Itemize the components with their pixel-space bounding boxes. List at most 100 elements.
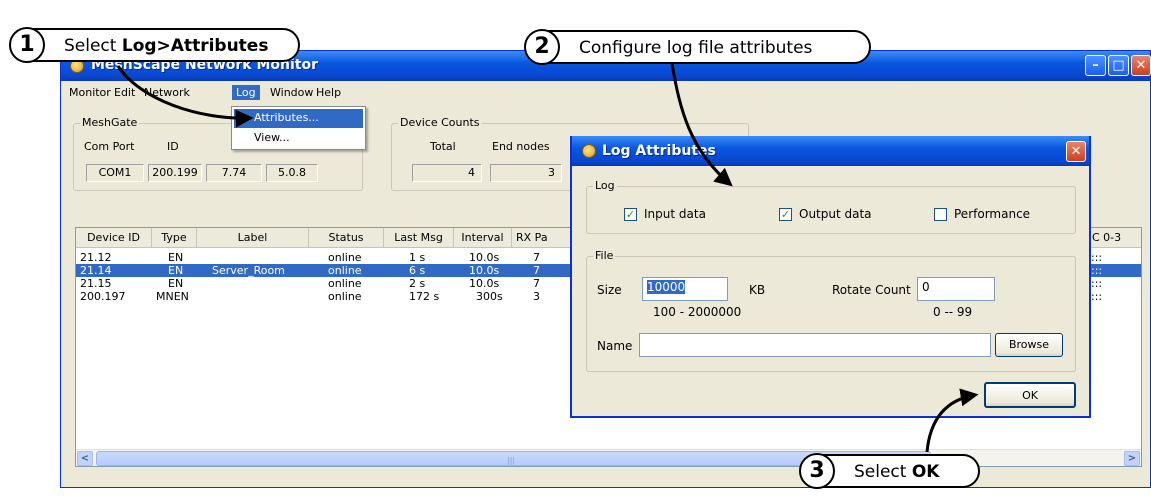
rotate-range: 0 -- 99 <box>933 305 973 319</box>
callout-step-3: 3 Select OK <box>799 453 980 489</box>
menu-log[interactable]: Log <box>232 85 260 100</box>
col-interval[interactable]: Interval <box>454 228 512 248</box>
callout-step-2: 2 Configure log file attributes <box>524 29 871 65</box>
cell-interval: 10.0s <box>469 277 500 290</box>
size-unit: KB <box>749 283 766 297</box>
id-label: ID <box>167 140 179 153</box>
end-nodes-count: 3 <box>490 164 562 182</box>
browse-button[interactable]: Browse <box>995 333 1063 357</box>
cell-status: online <box>328 290 362 303</box>
col-status[interactable]: Status <box>309 228 384 248</box>
total-label: Total <box>430 140 456 153</box>
com-port-value: COM1 <box>86 164 144 182</box>
cell-status: online <box>328 264 362 277</box>
performance-checkbox[interactable] <box>934 208 947 221</box>
col-last-msg[interactable]: Last Msg <box>384 228 454 248</box>
minimize-icon: – <box>1092 58 1099 73</box>
cell-label: Server_Room <box>212 264 285 277</box>
callout-text-2: Configure log file attributes <box>579 38 813 58</box>
callout-number-2: 2 <box>524 29 560 65</box>
cell-rx: 3 <box>533 290 540 303</box>
close-icon: ✕ <box>1135 58 1147 73</box>
com-port-label: Com Port <box>84 140 135 153</box>
cell-type: MNEN <box>156 290 189 303</box>
callout-number-3: 3 <box>799 453 835 489</box>
cell-rx: 7 <box>533 251 540 264</box>
file-group-title: File <box>593 249 616 262</box>
callout-text-3: Select OK <box>854 462 939 482</box>
callout-text-3-bold: OK <box>911 462 940 482</box>
output-data-checkbox[interactable]: ✓ <box>779 208 792 221</box>
col-label[interactable]: Label <box>197 228 309 248</box>
cell-type: EN <box>168 264 184 277</box>
cell-device-id: 21.12 <box>80 251 112 264</box>
col-rx[interactable]: RX Pa <box>512 228 572 248</box>
cell-device-id: 21.15 <box>80 277 112 290</box>
name-input[interactable] <box>639 333 991 357</box>
minimize-button[interactable]: – <box>1085 55 1106 76</box>
rotate-count-label: Rotate Count <box>832 283 911 297</box>
cell-device-id: 21.14 <box>80 264 112 277</box>
callout-number-1: 1 <box>9 27 45 63</box>
input-data-label[interactable]: Input data <box>644 207 706 221</box>
dialog-close-button[interactable]: ✕ <box>1066 141 1086 162</box>
cell-type: EN <box>168 251 184 264</box>
scroll-right-button[interactable]: > <box>1124 451 1140 466</box>
rotate-count-input[interactable]: 0 <box>917 277 995 301</box>
menu-item-view[interactable]: View... <box>234 129 363 148</box>
menu-window[interactable]: Window <box>266 85 317 100</box>
meshgate-title: MeshGate <box>80 116 140 129</box>
maximize-icon: □ <box>1112 58 1125 73</box>
dialog-app-icon <box>582 144 596 158</box>
input-data-checkbox[interactable]: ✓ <box>624 208 637 221</box>
size-label: Size <box>597 283 622 297</box>
menu-help[interactable]: Help <box>312 85 345 100</box>
col-device-id[interactable]: Device ID <box>76 228 152 248</box>
cell-last-msg: 1 s <box>409 251 426 264</box>
log-menu-dropdown: Attributes... View... <box>231 106 366 150</box>
size-range: 100 - 2000000 <box>653 305 742 319</box>
maximize-button[interactable]: □ <box>1108 55 1129 76</box>
dialog-titlebar[interactable]: Log Attributes ✕ <box>572 136 1089 166</box>
close-icon: ✕ <box>1070 144 1082 159</box>
log-group-title: Log <box>593 179 617 192</box>
horizontal-scrollbar[interactable]: < ||| > <box>76 449 1141 466</box>
cell-last-msg: 2 s <box>409 277 426 290</box>
ok-button[interactable]: OK <box>984 382 1076 408</box>
cell-interval: 10.0s <box>469 264 500 277</box>
col-type[interactable]: Type <box>152 228 197 248</box>
menu-network[interactable]: Network <box>140 85 194 100</box>
cell-rx: 7 <box>533 264 540 277</box>
cell-c03: ::: <box>1091 277 1103 290</box>
menu-monitor[interactable]: Monitor <box>65 85 115 100</box>
meshgate-value-3: 7.74 <box>206 164 262 182</box>
callout-text-1-plain: Select <box>64 36 122 56</box>
end-nodes-label: End nodes <box>492 140 550 153</box>
log-attributes-dialog: Log Attributes ✕ Log ✓ Input data ✓ Outp… <box>570 136 1091 418</box>
cell-device-id: 200.197 <box>80 290 126 303</box>
meshgate-value-4: 5.0.8 <box>266 164 318 182</box>
menu-item-attributes[interactable]: Attributes... <box>234 109 363 128</box>
cell-interval: 10.0s <box>469 251 500 264</box>
scroll-left-button[interactable]: < <box>77 451 93 466</box>
close-button[interactable]: ✕ <box>1131 55 1151 76</box>
name-label: Name <box>597 339 633 353</box>
callout-text-3-plain: Select <box>854 462 912 482</box>
col-c03[interactable]: C 0-3 <box>1084 228 1143 248</box>
log-group: Log ✓ Input data ✓ Output data Performan… <box>586 179 1076 234</box>
cell-status: online <box>328 277 362 290</box>
cell-type: EN <box>168 277 184 290</box>
menu-bar: Monitor Edit Network Log Window Help <box>61 83 1150 103</box>
cell-interval: 300s <box>476 290 503 303</box>
callout-step-1: 1 Select Log>Attributes <box>9 27 300 63</box>
size-input[interactable]: 10000 <box>642 277 728 301</box>
cell-rx: 7 <box>533 277 540 290</box>
file-group: File Size 10000 KB 100 - 2000000 Rotate … <box>586 249 1076 372</box>
performance-label[interactable]: Performance <box>954 207 1030 221</box>
device-counts-title: Device Counts <box>398 116 482 129</box>
total-count: 4 <box>412 164 482 182</box>
menu-edit[interactable]: Edit <box>110 85 139 100</box>
output-data-label[interactable]: Output data <box>799 207 872 221</box>
id-value: 200.199 <box>148 164 202 182</box>
scroll-grip: ||| <box>507 456 516 465</box>
